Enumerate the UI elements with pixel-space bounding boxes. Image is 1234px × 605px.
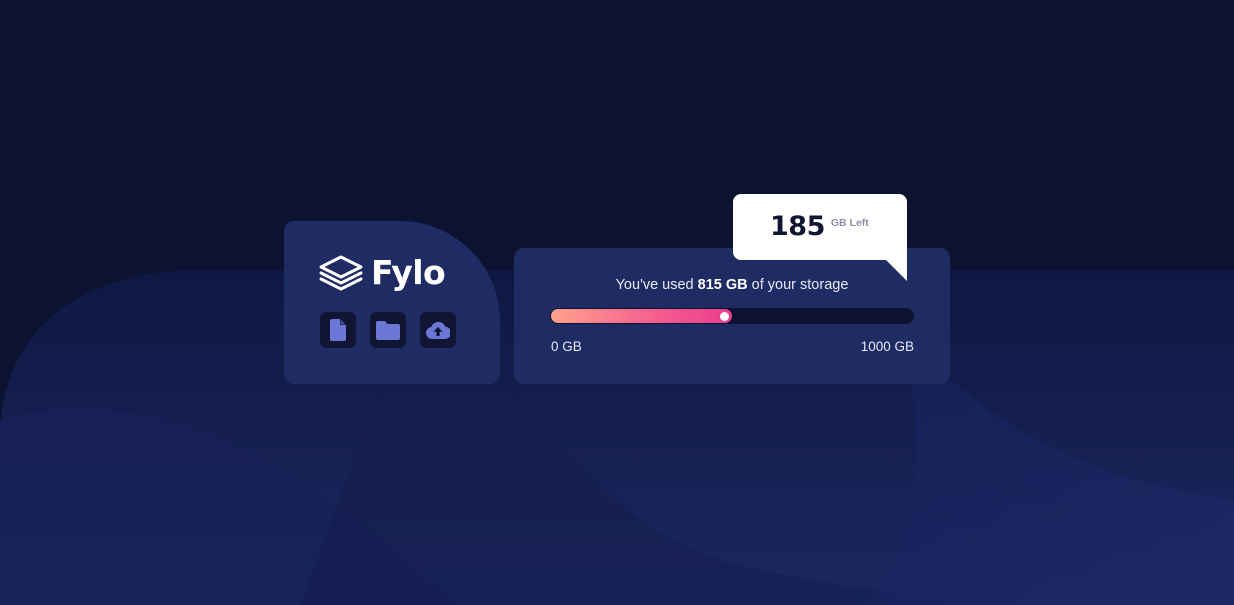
progress-max-label: 1000 GB (860, 339, 914, 354)
action-icons (320, 312, 456, 348)
document-icon (330, 319, 346, 341)
upload-button[interactable] (420, 312, 456, 348)
layers-logo-icon (319, 255, 363, 291)
remaining-unit: GB Left (830, 217, 869, 229)
remaining-number: 185 (770, 211, 825, 242)
brand-name: Fylo (371, 253, 446, 292)
brand-logo: Fylo (319, 253, 446, 292)
folder-icon (376, 320, 400, 340)
usage-suffix: of your storage (747, 277, 849, 293)
folder-button[interactable] (370, 312, 406, 348)
storage-progress-fill (551, 309, 732, 323)
used-amount: 815 GB (697, 277, 748, 293)
remaining-content: 185 GB Left (770, 211, 869, 242)
upload-cloud-icon (426, 321, 450, 339)
bubble-tail (885, 259, 907, 281)
usage-prefix: You've used (615, 277, 698, 293)
storage-progress-bar (550, 308, 914, 324)
progress-knob (720, 312, 729, 321)
remaining-storage-bubble: 185 GB Left (733, 194, 907, 281)
document-button[interactable] (320, 312, 356, 348)
progress-min-label: 0 GB (551, 339, 582, 354)
